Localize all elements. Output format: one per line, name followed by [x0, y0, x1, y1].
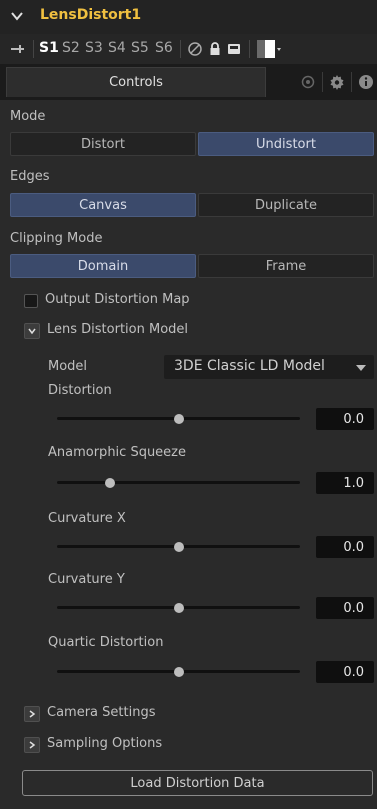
clipping-frame-button[interactable]: Frame — [198, 254, 374, 278]
mode-label: Mode — [10, 109, 46, 124]
clipping-domain-button[interactable]: Domain — [10, 254, 196, 278]
divider — [180, 40, 181, 58]
lock-icon[interactable] — [207, 41, 223, 57]
lens-distortion-model-expander[interactable] — [24, 323, 40, 339]
chevron-right-icon — [29, 710, 36, 718]
curvature-y-slider-thumb[interactable] — [173, 603, 184, 613]
divider — [322, 72, 323, 92]
quartic-distortion-slider-thumb[interactable] — [173, 667, 184, 677]
quartic-distortion-value-field[interactable]: 0.0 — [316, 661, 374, 683]
anamorphic-squeeze-value-field[interactable]: 1.0 — [316, 472, 374, 494]
sampling-options-expander[interactable] — [24, 737, 40, 753]
model-dropdown-value: 3DE Classic LD Model — [174, 358, 325, 374]
dropdown-arrow-icon — [356, 365, 366, 371]
version-s6[interactable]: S6 — [155, 40, 173, 56]
quartic-distortion-label: Quartic Distortion — [48, 635, 164, 650]
curvature-x-slider-thumb[interactable] — [173, 542, 184, 552]
anamorphic-squeeze-slider-track[interactable] — [57, 481, 300, 484]
load-distortion-data-button[interactable]: Load Distortion Data — [22, 770, 373, 796]
lens-distortion-model-label[interactable]: Lens Distortion Model — [47, 322, 188, 337]
version-s3[interactable]: S3 — [85, 40, 103, 56]
version-s5[interactable]: S5 — [131, 40, 149, 56]
divider — [351, 72, 352, 92]
color-swatch-icon[interactable] — [257, 40, 283, 58]
pin-icon[interactable] — [10, 41, 26, 57]
sampling-options-label[interactable]: Sampling Options — [47, 736, 162, 751]
output-distortion-map-label[interactable]: Output Distortion Map — [45, 292, 190, 307]
version-s2[interactable]: S2 — [62, 40, 80, 56]
version-s1[interactable]: S1 — [39, 40, 59, 56]
output-distortion-map-checkbox[interactable] — [24, 294, 38, 308]
camera-settings-label[interactable]: Camera Settings — [47, 705, 155, 720]
disable-icon[interactable] — [187, 41, 203, 57]
settings-gear-icon[interactable] — [329, 74, 345, 90]
distortion-value-field[interactable]: 0.0 — [316, 408, 374, 430]
chevron-down-icon — [28, 328, 36, 335]
edges-label: Edges — [10, 169, 50, 184]
cache-icon[interactable] — [226, 41, 242, 57]
curvature-x-value-field[interactable]: 0.0 — [316, 536, 374, 558]
version-s4[interactable]: S4 — [108, 40, 126, 56]
clipping-mode-label: Clipping Mode — [10, 231, 103, 246]
model-dropdown[interactable]: 3DE Classic LD Model — [164, 355, 374, 379]
curvature-y-label: Curvature Y — [48, 572, 125, 587]
divider — [249, 40, 250, 58]
chevron-right-icon — [29, 741, 36, 749]
tool-title[interactable]: LensDistort1 — [40, 7, 141, 23]
distortion-slider-thumb[interactable] — [173, 414, 184, 424]
edges-canvas-button[interactable]: Canvas — [10, 193, 196, 217]
tab-controls[interactable]: Controls — [6, 67, 266, 97]
modifiers-tab-icon[interactable] — [300, 74, 316, 90]
divider — [33, 40, 34, 58]
mode-undistort-button[interactable]: Undistort — [198, 132, 374, 156]
chevron-down-icon[interactable] — [10, 9, 24, 23]
info-icon[interactable] — [358, 74, 374, 90]
distortion-label: Distortion — [48, 383, 112, 398]
curvature-x-label: Curvature X — [48, 511, 126, 526]
edges-duplicate-button[interactable]: Duplicate — [198, 193, 374, 217]
camera-settings-expander[interactable] — [24, 706, 40, 722]
model-label: Model — [48, 359, 88, 374]
curvature-y-value-field[interactable]: 0.0 — [316, 597, 374, 619]
mode-distort-button[interactable]: Distort — [10, 132, 196, 156]
anamorphic-squeeze-label: Anamorphic Squeeze — [48, 445, 187, 460]
